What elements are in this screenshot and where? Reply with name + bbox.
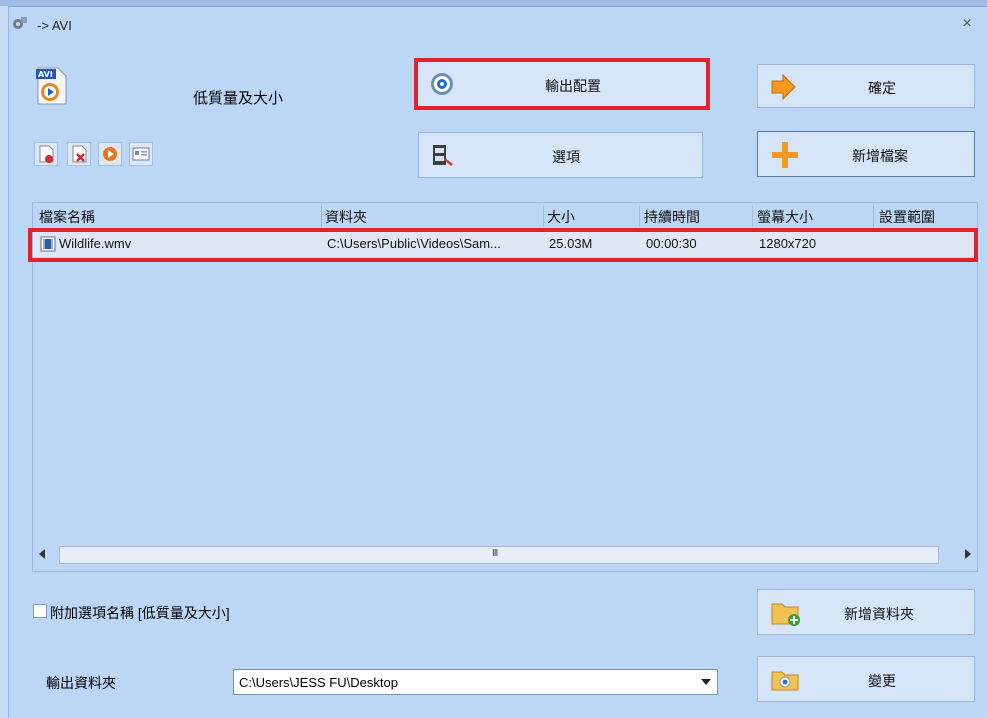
cell-size: 25.03M (549, 236, 593, 251)
add-file-button[interactable]: 新增檔案 (757, 131, 975, 177)
cell-folder: C:\Users\Public\Videos\Sam... (327, 236, 501, 251)
title-bar (9, 6, 987, 40)
avi-file-icon: AVI (34, 66, 70, 106)
close-icon[interactable]: × (957, 14, 977, 34)
column-divider[interactable] (321, 205, 322, 227)
column-divider[interactable] (752, 205, 753, 227)
gear-icon (429, 71, 455, 97)
horizontal-scrollbar[interactable]: III (37, 544, 973, 566)
svg-text:AVI: AVI (38, 70, 53, 79)
ok-button[interactable]: 確定 (757, 64, 975, 108)
column-header-filename[interactable]: 檔案名稱 (39, 207, 95, 227)
delete-icon[interactable] (67, 142, 91, 166)
column-header-range[interactable]: 設置範圍 (879, 207, 935, 227)
window-title: -> AVI (37, 18, 72, 33)
add-file-label: 新增檔案 (852, 148, 908, 164)
options-label: 選項 (552, 149, 580, 165)
column-divider[interactable] (543, 205, 544, 227)
append-option-checkbox[interactable] (33, 604, 47, 618)
plus-icon (770, 140, 800, 170)
play-icon[interactable] (98, 142, 122, 166)
column-header-resolution[interactable]: 螢幕大小 (757, 207, 813, 227)
cell-filename: Wildlife.wmv (59, 236, 132, 251)
scroll-right-icon[interactable] (965, 549, 971, 559)
column-header-folder[interactable]: 資料夾 (325, 207, 367, 227)
change-label: 變更 (868, 673, 896, 689)
change-button[interactable]: 變更 (757, 656, 975, 702)
folder-camera-icon (770, 666, 802, 694)
scrollbar-thumb[interactable]: III (59, 546, 939, 564)
output-folder-label: 輸出資料夾 (46, 675, 116, 691)
chevron-down-icon[interactable] (701, 679, 711, 685)
cell-duration: 00:00:30 (646, 236, 697, 251)
output-folder-select[interactable]: C:\Users\JESS FU\Desktop (233, 669, 718, 695)
column-header-duration[interactable]: 持續時間 (644, 207, 700, 227)
film-icon (430, 142, 456, 168)
column-divider[interactable] (639, 205, 640, 227)
append-option-label: 附加選項名稱 [低質量及大小] (50, 605, 230, 621)
ok-label: 確定 (868, 80, 896, 96)
add-folder-button[interactable]: 新增資料夾 (757, 589, 975, 635)
cell-resolution: 1280x720 (759, 236, 817, 251)
arrow-right-icon (769, 73, 797, 101)
output-config-button[interactable]: 輸出配置 (416, 60, 708, 108)
profile-name: 低質量及大小 (193, 90, 284, 107)
remove-file-icon[interactable] (34, 142, 58, 166)
add-folder-label: 新增資料夾 (844, 606, 914, 622)
column-divider[interactable] (873, 205, 874, 227)
file-list: 檔案名稱 資料夾 大小 持續時間 螢幕大小 設置範圍 Wildlife.wmv … (32, 202, 978, 572)
column-header-size[interactable]: 大小 (547, 207, 575, 227)
media-info-icon[interactable] (129, 142, 153, 166)
window-left-edge (0, 6, 9, 718)
scroll-left-icon[interactable] (39, 549, 45, 559)
options-button[interactable]: 選項 (418, 132, 703, 178)
app-icon (12, 15, 28, 31)
table-row[interactable]: Wildlife.wmv C:\Users\Public\Videos\Sam.… (33, 231, 977, 257)
scroll-grip: III (492, 548, 498, 559)
list-header: 檔案名稱 資料夾 大小 持續時間 螢幕大小 設置範圍 (33, 203, 977, 230)
output-config-label: 輸出配置 (545, 78, 601, 94)
output-folder-value: C:\Users\JESS FU\Desktop (239, 675, 398, 690)
folder-add-icon (770, 598, 802, 628)
video-file-icon (40, 236, 56, 252)
